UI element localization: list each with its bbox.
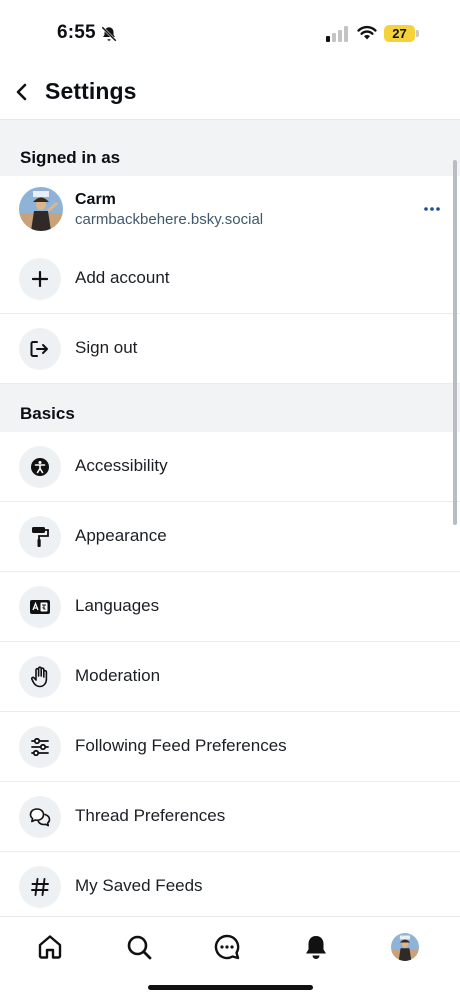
tab-home[interactable] <box>34 931 66 963</box>
section-header-basics: Basics <box>0 384 460 432</box>
section-header-signed-in: Signed in as <box>0 120 460 176</box>
icon-circle <box>19 656 61 698</box>
settings-item-appearance[interactable]: Appearance <box>0 502 460 572</box>
home-icon <box>38 935 62 959</box>
settings-item-thread-preferences[interactable]: Thread Preferences <box>0 782 460 852</box>
settings-item-label: Accessibility <box>75 456 168 475</box>
status-time: 6:55 <box>57 22 96 43</box>
home-indicator <box>148 985 313 990</box>
add-icon-circle <box>19 258 61 300</box>
hashtag-icon <box>31 878 49 896</box>
account-name: Carm <box>75 191 116 208</box>
chevron-left-icon <box>16 83 27 101</box>
paint-roller-icon <box>32 527 49 547</box>
icon-circle <box>19 586 61 628</box>
languages-icon <box>30 600 50 614</box>
settings-item-saved-feeds[interactable]: My Saved Feeds <box>0 852 460 922</box>
icon-circle <box>19 516 61 558</box>
tab-search[interactable] <box>123 931 155 963</box>
icon-circle <box>19 866 61 908</box>
settings-item-accessibility[interactable]: Accessibility <box>0 432 460 502</box>
icon-circle <box>19 446 61 488</box>
search-icon <box>127 935 152 960</box>
sliders-icon <box>31 738 49 756</box>
section-title: Signed in as <box>20 148 121 167</box>
messages-icon <box>214 934 240 960</box>
plus-icon <box>32 271 48 287</box>
settings-item-label: My Saved Feeds <box>75 876 203 895</box>
back-button[interactable] <box>8 78 36 106</box>
avatar <box>19 187 63 231</box>
sign-out-icon-circle <box>19 328 61 370</box>
tab-profile[interactable] <box>389 931 421 963</box>
account-handle: carmbackbehere.bsky.social <box>75 211 264 228</box>
chat-bubbles-icon <box>29 808 51 827</box>
status-bar: 6:55 27 <box>0 0 460 64</box>
notifications-icon <box>306 936 326 959</box>
settings-item-label: Following Feed Preferences <box>75 736 287 755</box>
sign-out-icon <box>30 341 48 357</box>
settings-item-label: Appearance <box>75 526 167 545</box>
wifi-icon <box>357 25 377 40</box>
settings-item-moderation[interactable]: Moderation <box>0 642 460 712</box>
battery-cap <box>416 30 419 37</box>
sign-out-label: Sign out <box>75 338 138 357</box>
page-title: Settings <box>45 78 137 104</box>
icon-circle <box>19 796 61 838</box>
account-more-button[interactable] <box>420 201 444 217</box>
bell-off-icon <box>101 26 117 42</box>
tab-messages[interactable] <box>211 931 243 963</box>
icon-circle <box>19 726 61 768</box>
battery-indicator: 27 <box>384 25 415 42</box>
settings-item-label: Thread Preferences <box>75 806 226 825</box>
section-title: Basics <box>20 404 75 423</box>
settings-item-label: Moderation <box>75 666 161 685</box>
accessibility-icon <box>31 458 49 476</box>
tab-notifications[interactable] <box>300 931 332 963</box>
hand-icon <box>31 666 48 688</box>
settings-header: Settings <box>0 64 460 120</box>
add-account-row[interactable]: Add account <box>0 244 460 314</box>
more-horizontal-icon <box>424 207 440 211</box>
add-account-label: Add account <box>75 268 170 287</box>
settings-item-label: Languages <box>75 596 160 615</box>
settings-item-following-feed[interactable]: Following Feed Preferences <box>0 712 460 782</box>
account-row[interactable]: Carm carmbackbehere.bsky.social <box>0 176 460 246</box>
profile-avatar <box>391 933 419 961</box>
settings-item-languages[interactable]: Languages <box>0 572 460 642</box>
signal-icon <box>326 26 348 42</box>
scrollbar[interactable] <box>453 160 457 525</box>
sign-out-row[interactable]: Sign out <box>0 314 460 384</box>
